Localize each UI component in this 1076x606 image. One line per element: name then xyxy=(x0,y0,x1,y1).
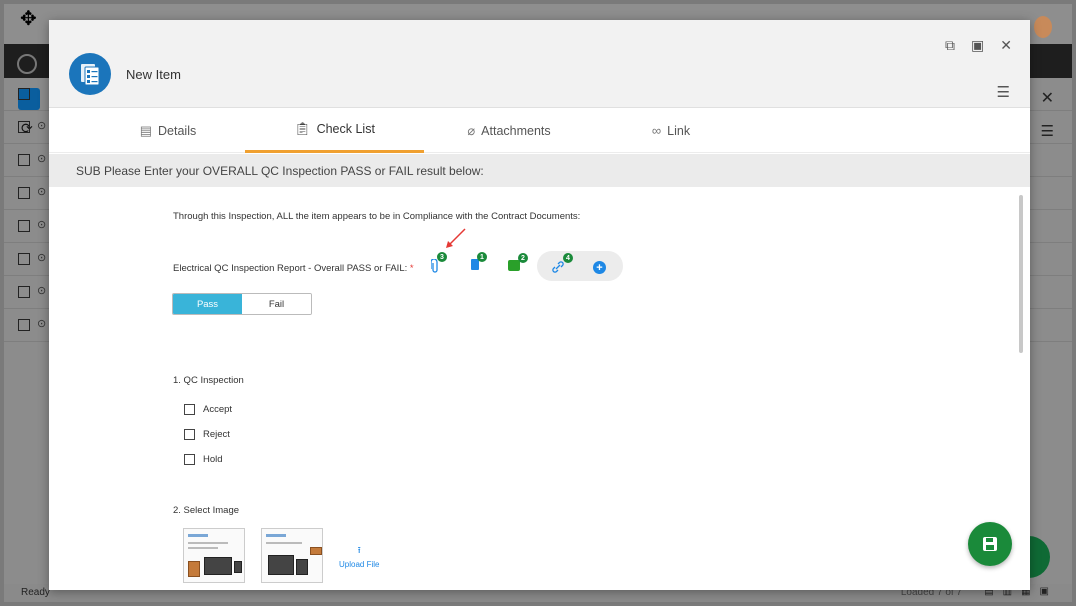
upload-file-label: Upload File xyxy=(339,560,380,569)
thumb-line xyxy=(188,547,218,549)
bg-checkbox xyxy=(18,220,30,232)
image-thumbnail[interactable] xyxy=(183,528,245,583)
thumb-device xyxy=(234,561,242,573)
fail-button[interactable]: Fail xyxy=(242,294,311,314)
checkbox[interactable] xyxy=(184,404,195,415)
section-header: SUB Please Enter your OVERALL QC Inspect… xyxy=(49,154,1030,187)
link-action-pill xyxy=(537,251,623,281)
clipboard-icon: 📋︎ xyxy=(294,121,311,136)
checklist-logo-icon xyxy=(69,53,111,95)
bg-checkbox xyxy=(18,286,30,298)
image-thumbnail[interactable] xyxy=(261,528,323,583)
link-icon[interactable]: 4 xyxy=(551,253,573,277)
checklist-content: Through this Inspection, ALL the item ap… xyxy=(49,187,1021,590)
tab-details[interactable]: ▤ Details xyxy=(109,108,227,153)
new-item-modal: New Item ⧉ ▣ ✕ ☰ ▤ Details 📋︎ Check List… xyxy=(49,20,1030,590)
bg-checkbox xyxy=(18,88,30,100)
required-marker: * xyxy=(409,263,414,274)
content-scrollbar[interactable] xyxy=(1019,195,1023,353)
details-icon: ▤ xyxy=(139,122,153,138)
question-qc-inspection-title: 1. QC Inspection xyxy=(173,375,244,386)
thumb-person xyxy=(188,561,200,577)
pass-button[interactable]: Pass xyxy=(173,294,242,314)
qc-inspection-options: Accept Reject Hold xyxy=(184,397,232,472)
link-count-badge: 4 xyxy=(563,253,573,263)
bg-user-avatar xyxy=(1034,16,1052,38)
tab-link[interactable]: ∞ Link xyxy=(641,108,701,153)
option-label: Reject xyxy=(203,429,230,440)
paperclip-icon: ⌀ xyxy=(467,122,476,138)
bg-app-logo xyxy=(17,54,37,74)
tab-bar: ▤ Details 📋︎ Check List ⌀ Attachments ∞ … xyxy=(49,108,1030,153)
comment-count-badge: 2 xyxy=(518,253,528,263)
thumb-device xyxy=(268,555,294,575)
close-icon[interactable]: ✕ xyxy=(1000,37,1012,54)
bg-checkbox xyxy=(18,187,30,199)
save-icon xyxy=(983,537,997,551)
link-icon: ∞ xyxy=(651,123,662,138)
open-external-icon[interactable]: ⧉ xyxy=(945,37,955,54)
option-hold[interactable]: Hold xyxy=(184,447,232,472)
bg-checkbox xyxy=(18,121,30,133)
thumb-device xyxy=(296,559,308,575)
thumb-line xyxy=(266,542,302,544)
tab-label: Check List xyxy=(316,122,375,136)
bg-pin-icon: ⊙ xyxy=(37,285,47,297)
option-reject[interactable]: Reject xyxy=(184,422,232,447)
tab-check-list[interactable]: 📋︎ Check List xyxy=(245,108,424,153)
bg-checkbox xyxy=(18,319,30,331)
thumb-accent xyxy=(310,547,322,555)
checkbox[interactable] xyxy=(184,429,195,440)
save-button[interactable] xyxy=(968,522,1012,566)
status-ready-text: Ready xyxy=(21,587,50,598)
bg-checkbox xyxy=(18,253,30,265)
attachment-count-badge: 3 xyxy=(437,252,447,262)
compliance-text: Through this Inspection, ALL the item ap… xyxy=(173,211,581,222)
tab-label: Attachments xyxy=(481,123,551,138)
option-label: Accept xyxy=(203,404,233,415)
bg-pin-icon: ⊙ xyxy=(37,186,47,198)
tab-label: Details xyxy=(158,123,197,138)
upload-icon: ⭱ xyxy=(357,545,361,555)
document-icon[interactable]: 1 xyxy=(471,252,487,270)
bg-checkbox xyxy=(18,154,30,166)
question-select-image-title: 2. Select Image xyxy=(173,505,240,516)
report-label-text: Electrical QC Inspection Report - Overal… xyxy=(173,263,408,274)
bg-pin-icon: ⊙ xyxy=(37,219,47,231)
bg-pin-icon: ⊙ xyxy=(37,252,47,264)
option-label: Hold xyxy=(203,454,223,465)
maximize-icon[interactable]: ▣ xyxy=(971,37,984,54)
report-question-label: Electrical QC Inspection Report - Overal… xyxy=(173,263,414,274)
pass-fail-toggle: Pass Fail xyxy=(172,293,312,315)
attachment-icon[interactable]: 3 xyxy=(430,252,447,276)
document-count-badge: 1 xyxy=(477,252,487,262)
thumb-device xyxy=(204,557,232,575)
hamburger-menu-icon[interactable]: ☰ xyxy=(997,83,1010,101)
upload-file-button[interactable]: ⭱ Upload File xyxy=(339,543,379,569)
tab-label: Link xyxy=(667,123,691,138)
red-arrow-annotation xyxy=(446,228,466,248)
tab-attachments[interactable]: ⌀ Attachments xyxy=(454,108,564,153)
move-icon[interactable]: ✥ xyxy=(20,6,37,31)
comment-icon[interactable]: 2 xyxy=(508,253,528,271)
thumb-header xyxy=(266,534,286,537)
checkbox[interactable] xyxy=(184,454,195,465)
bg-pin-icon: ⊙ xyxy=(37,120,47,132)
modal-header: New Item ⧉ ▣ ✕ ☰ xyxy=(49,20,1030,108)
add-icon[interactable]: + xyxy=(593,261,606,274)
modal-window-actions: ⧉ ▣ ✕ xyxy=(945,37,1012,54)
option-accept[interactable]: Accept xyxy=(184,397,232,422)
bg-pin-icon: ⊙ xyxy=(37,318,47,330)
thumb-line xyxy=(188,542,228,544)
bg-pin-icon: ⊙ xyxy=(37,153,47,165)
thumb-header xyxy=(188,534,208,537)
modal-title: New Item xyxy=(126,67,181,82)
